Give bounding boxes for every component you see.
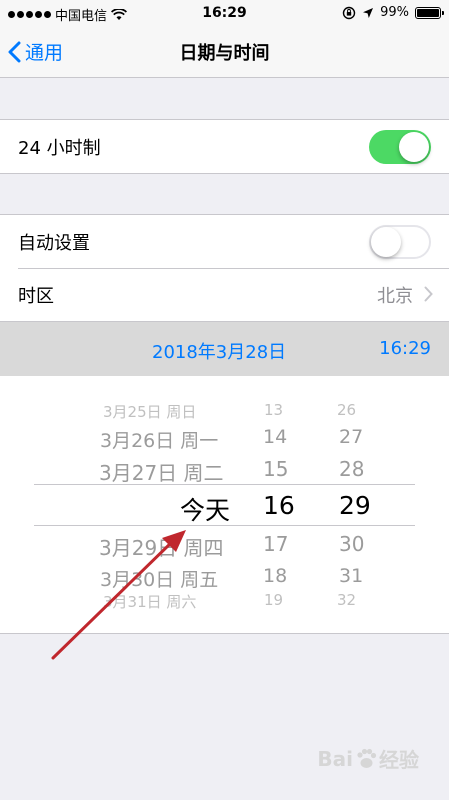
picker-date-item[interactable]: 3月31日 周六 <box>103 591 196 612</box>
chevron-right-icon <box>424 286 433 302</box>
picker-hour-item[interactable]: 18 <box>263 565 287 587</box>
auto-set-row: 自动设置 <box>0 215 449 268</box>
picker-selection-line-top <box>34 484 415 485</box>
picker-minute-item[interactable]: 32 <box>337 591 356 609</box>
auto-set-label: 自动设置 <box>18 232 90 254</box>
picker-hour-selected[interactable]: 16 <box>263 491 295 520</box>
hour24-row: 24 小时制 <box>0 120 449 173</box>
picker-date-item[interactable]: 3月26日 周一 <box>100 426 218 453</box>
auto-settings-group: 自动设置 时区 北京 <box>0 214 449 322</box>
baidu-watermark: Bai 经验 <box>317 744 419 773</box>
picker-date-item[interactable]: 3月30日 周五 <box>100 565 218 592</box>
picker-date-item[interactable]: 3月27日 周二 <box>99 457 224 486</box>
timezone-value: 北京 <box>377 285 413 307</box>
hour24-toggle[interactable] <box>369 130 431 164</box>
timezone-label: 时区 <box>18 285 54 307</box>
picker-hour-item[interactable]: 14 <box>263 426 287 448</box>
status-bar: 中国电信 16:29 99% <box>0 0 449 26</box>
orientation-lock-icon <box>342 6 356 19</box>
picker-hour-item[interactable]: 15 <box>263 457 288 481</box>
location-arrow-icon <box>363 7 374 18</box>
paw-logo-icon <box>357 748 377 768</box>
page-title: 日期与时间 <box>179 43 270 64</box>
battery-percent: 99% <box>380 5 409 20</box>
picker-minute-item[interactable]: 31 <box>339 565 363 587</box>
date-time-picker[interactable]: 3月25日 周日 3月26日 周一 3月27日 周二 今天 3月29日 周四 3… <box>0 376 449 634</box>
navigation-bar: 通用 日期与时间 <box>0 26 449 78</box>
picker-minute-selected[interactable]: 29 <box>339 491 371 520</box>
picker-hour-item[interactable]: 17 <box>263 532 288 556</box>
watermark-text-latin: Bai <box>317 746 353 771</box>
current-datetime-row[interactable]: 2018年3月28日 16:29 <box>0 322 449 376</box>
picker-hour-item[interactable]: 19 <box>264 591 283 609</box>
current-time: 16:29 <box>379 338 431 359</box>
picker-minute-item[interactable]: 28 <box>339 457 364 481</box>
hour-format-group: 24 小时制 <box>0 119 449 174</box>
picker-date-selected[interactable]: 今天 <box>180 491 230 527</box>
status-right: 99% <box>342 5 444 20</box>
picker-minute-item[interactable]: 26 <box>337 401 356 419</box>
auto-set-toggle[interactable] <box>369 225 431 259</box>
watermark-text-cn: 经验 <box>379 748 419 772</box>
picker-date-item[interactable]: 3月25日 周日 <box>103 401 196 422</box>
timezone-row[interactable]: 时区 北京 <box>0 268 449 321</box>
hour24-label: 24 小时制 <box>18 137 101 159</box>
picker-hour-item[interactable]: 13 <box>264 401 283 419</box>
picker-date-item[interactable]: 3月29日 周四 <box>99 532 224 561</box>
picker-minute-item[interactable]: 30 <box>339 532 364 556</box>
battery-icon <box>415 6 444 19</box>
picker-minute-item[interactable]: 27 <box>339 426 363 448</box>
current-date: 2018年3月28日 <box>152 342 287 363</box>
